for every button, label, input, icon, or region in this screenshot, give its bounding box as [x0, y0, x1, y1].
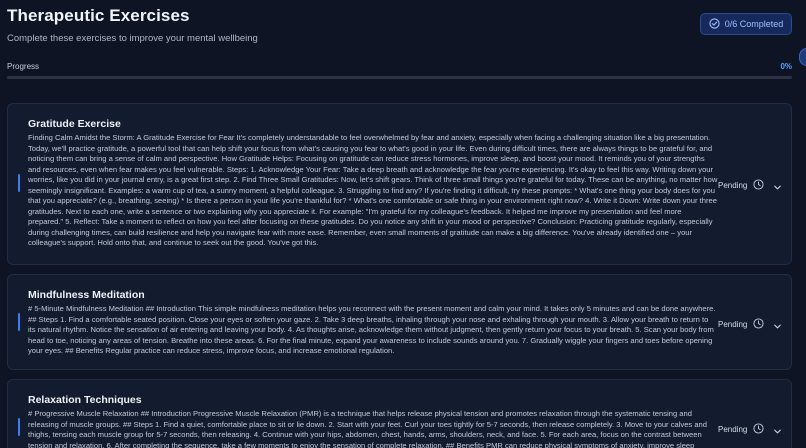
page-header: Therapeutic Exercises Complete these exe… [7, 6, 806, 44]
status-label: Pending [718, 181, 748, 190]
completed-count-label: 0/6 Completed [724, 19, 784, 29]
side-panel-handle[interactable] [799, 48, 806, 66]
progress-percent: 0% [780, 62, 792, 71]
chevron-down-icon[interactable] [772, 180, 783, 191]
progress-bar [7, 76, 792, 79]
exercise-card-relaxation[interactable]: Relaxation Techniques # Progressive Musc… [7, 379, 792, 448]
status-label: Pending [718, 425, 748, 434]
chevron-down-icon[interactable] [772, 424, 783, 435]
therapeutic-exercises-page: Therapeutic Exercises Complete these exe… [0, 0, 806, 448]
clock-icon [753, 318, 764, 331]
completed-count-button[interactable]: 0/6 Completed [700, 13, 792, 35]
status-badge: Pending [718, 179, 764, 192]
exercise-card-gratitude[interactable]: Gratitude Exercise Finding Calm Amidst t… [7, 103, 792, 265]
page-subtitle: Complete these exercises to improve your… [7, 33, 258, 44]
exercise-title: Relaxation Techniques [28, 394, 142, 406]
progress-label: Progress [7, 62, 40, 71]
card-accent-bar [18, 174, 20, 192]
exercise-title: Mindfulness Meditation [28, 289, 145, 301]
status-badge: Pending [718, 318, 764, 331]
check-circle-icon [709, 17, 720, 31]
clock-icon [753, 179, 764, 192]
exercise-description: Finding Calm Amidst the Storm: A Gratitu… [28, 133, 718, 247]
status-badge: Pending [718, 423, 764, 436]
chevron-down-icon[interactable] [772, 319, 783, 330]
exercise-description: # Progressive Muscle Relaxation ## Intro… [28, 409, 707, 448]
exercise-description: # 5-Minute Mindfulness Meditation ## Int… [28, 304, 716, 355]
card-accent-bar [18, 418, 20, 436]
clock-icon [753, 423, 764, 436]
exercise-card-mindfulness[interactable]: Mindfulness Meditation # 5-Minute Mindfu… [7, 274, 792, 370]
page-title: Therapeutic Exercises [7, 6, 190, 25]
status-label: Pending [718, 320, 748, 329]
card-accent-bar [18, 313, 20, 331]
exercise-title: Gratitude Exercise [28, 118, 121, 130]
